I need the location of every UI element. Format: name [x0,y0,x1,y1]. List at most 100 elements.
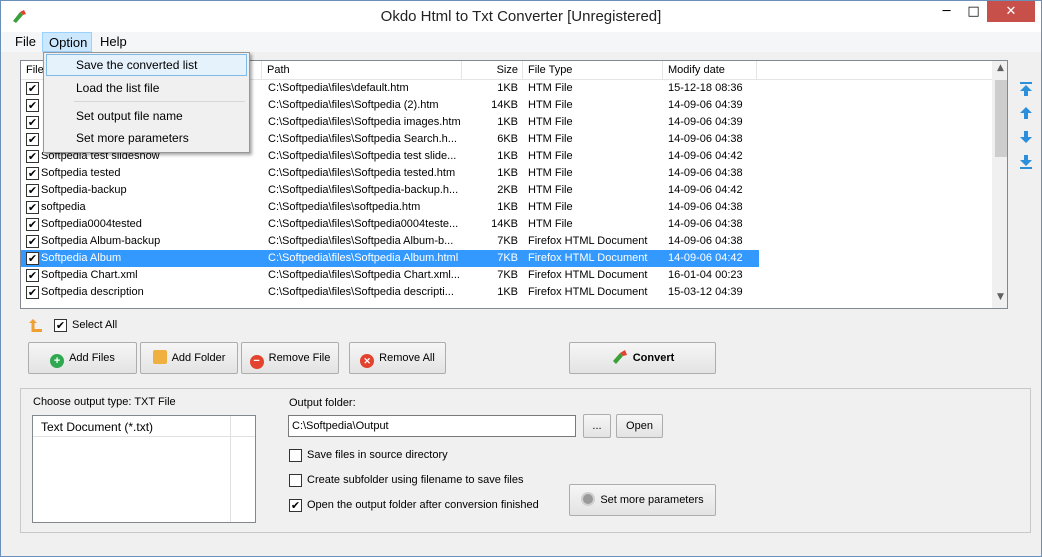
path-cell: C:\Softpedia\files\Softpedia Search.h... [268,133,457,145]
scroll-down-icon[interactable]: ▼ [992,292,1007,306]
output-type-list[interactable]: Text Document (*.txt) [32,415,256,523]
row-checkbox[interactable]: ✔ [26,133,39,146]
menu-set-output-file-name[interactable]: Set output file name [46,105,247,127]
path-cell: C:\Softpedia\files\Softpedia (2).htm [268,99,439,111]
output-type-item[interactable]: Text Document (*.txt) [41,420,153,434]
row-checkbox[interactable]: ✔ [26,99,39,112]
maximize-button[interactable]: □ [960,1,987,22]
up-folder-icon[interactable] [28,317,44,333]
add-icon: + [50,354,65,368]
remove-all-button[interactable]: ✕ Remove All [349,342,446,374]
minimize-button[interactable]: ─ [933,1,960,22]
column-header-size[interactable]: Size [462,61,523,80]
file-type-cell: HTM File [528,116,573,128]
size-cell: 7KB [497,252,518,264]
save-in-source-checkbox[interactable] [289,449,302,462]
move-up-icon[interactable] [1018,105,1034,121]
file-type-cell: HTM File [528,201,573,213]
file-name-cell: Softpedia Album [41,252,122,264]
close-button[interactable]: ✕ [987,1,1035,22]
set-more-parameters-button[interactable]: Set more parameters [569,484,716,516]
window-title: Okdo Html to Txt Converter [Unregistered… [380,8,662,25]
row-checkbox[interactable]: ✔ [26,150,39,163]
modify-date-cell: 15-12-18 08:36 [668,82,743,94]
file-name-cell: Softpedia0004tested [41,218,142,230]
table-row[interactable]: ✔ Softpedia tested C:\Softpedia\files\Soft… [21,165,759,182]
table-row[interactable]: ✔ Softpedia description C:\Softpedia\files… [21,284,759,301]
row-checkbox[interactable]: ✔ [26,116,39,129]
path-cell: C:\Softpedia\files\softpedia.htm [268,201,421,213]
open-folder-button[interactable]: Open [616,414,663,438]
column-header-date[interactable]: Modify date [663,61,757,80]
modify-date-cell: 16-01-04 00:23 [668,269,743,281]
size-cell: 7KB [497,235,518,247]
move-down-icon[interactable] [1018,129,1034,145]
size-cell: 1KB [497,286,518,298]
table-row[interactable]: ✔ softpedia C:\Softpedia\files\softpedia.h… [21,199,759,216]
row-checkbox[interactable]: ✔ [26,201,39,214]
menu-set-more-parameters[interactable]: Set more parameters [46,127,247,149]
gear-icon [581,492,596,506]
row-checkbox[interactable]: ✔ [26,269,39,282]
move-bottom-icon[interactable] [1018,154,1034,170]
menu-save-converted-list[interactable]: Save the converted list [46,54,247,76]
table-row[interactable]: ✔ Softpedia-backup C:\Softpedia\files\Soft… [21,182,759,199]
table-row[interactable]: ✔ Softpedia Album-backup C:\Softpedia\file… [21,233,759,250]
add-files-button[interactable]: + Add Files [28,342,137,374]
add-folder-label: Add Folder [171,352,226,364]
table-row[interactable]: ✔ Softpedia Chart.xml C:\Softpedia\files\S… [21,267,759,284]
output-folder-label: Output folder: [289,397,356,409]
remove-file-button[interactable]: − Remove File [241,342,339,374]
file-name-cell: Softpedia-backup [41,184,127,196]
size-cell: 2KB [497,184,518,196]
scroll-thumb[interactable] [995,80,1007,157]
row-checkbox[interactable]: ✔ [26,235,39,248]
row-checkbox[interactable]: ✔ [26,167,39,180]
file-name-cell: Softpedia description [41,286,144,298]
row-checkbox[interactable]: ✔ [26,218,39,231]
file-name-cell: Softpedia Chart.xml [41,269,138,281]
size-cell: 1KB [497,150,518,162]
row-checkbox[interactable]: ✔ [26,184,39,197]
file-type-cell: Firefox HTML Document [528,269,648,281]
create-subfolder-checkbox[interactable] [289,474,302,487]
file-type-cell: Firefox HTML Document [528,252,648,264]
path-cell: C:\Softpedia\files\default.htm [268,82,409,94]
convert-icon [612,350,627,364]
modify-date-cell: 14-09-06 04:38 [668,167,743,179]
modify-date-cell: 14-09-06 04:42 [668,184,743,196]
option-dropdown-menu: Save the converted list Load the list fi… [43,52,250,153]
row-checkbox[interactable]: ✔ [26,252,39,265]
row-checkbox[interactable]: ✔ [26,82,39,95]
open-output-checkbox[interactable]: ✔ [289,499,302,512]
output-folder-field[interactable]: C:\Softpedia\Output [288,415,576,437]
file-name-cell: Softpedia tested [41,167,121,179]
path-cell: C:\Softpedia\files\Softpedia tested.htm [268,167,456,179]
column-header-type[interactable]: File Type [523,61,663,80]
select-all-checkbox[interactable]: ✔ [54,319,67,332]
file-type-cell: HTM File [528,99,573,111]
menu-option[interactable]: Option [42,32,92,52]
scroll-up-icon[interactable]: ▲ [992,63,1007,77]
table-row[interactable]: ✔ Softpedia Album C:\Softpedia\files\Softp… [21,250,759,267]
table-row[interactable]: ✔ Softpedia0004tested C:\Softpedia\files\S… [21,216,759,233]
modify-date-cell: 14-09-06 04:42 [668,150,743,162]
set-more-parameters-label: Set more parameters [600,494,704,506]
modify-date-cell: 14-09-06 04:42 [668,252,743,264]
column-header-path[interactable]: Path [262,61,462,80]
row-checkbox[interactable]: ✔ [26,286,39,299]
remove-all-label: Remove All [379,352,435,364]
output-type-col-line [230,416,231,522]
vertical-scrollbar[interactable]: ▲ ▼ [992,61,1007,308]
menu-bar: File Option Help [1,32,1041,52]
file-type-cell: HTM File [528,218,573,230]
convert-button[interactable]: Convert [569,342,716,374]
file-type-cell: Firefox HTML Document [528,286,648,298]
menu-help[interactable]: Help [94,32,133,52]
menu-load-list-file[interactable]: Load the list file [46,77,247,99]
browse-button[interactable]: ... [583,414,611,438]
add-folder-button[interactable]: Add Folder [140,342,238,374]
menu-file[interactable]: File [9,32,42,52]
move-top-icon[interactable] [1018,81,1034,97]
size-cell: 14KB [491,218,518,230]
